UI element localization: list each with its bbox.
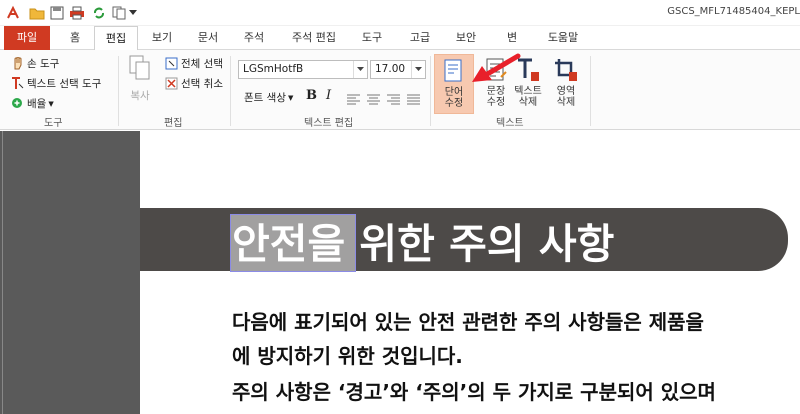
- tab-view[interactable]: 보기: [142, 26, 182, 50]
- tab-advanced[interactable]: 고급: [400, 26, 440, 50]
- document-heading: 안전을 위한 주의 사항: [232, 220, 615, 268]
- hand-icon: [10, 57, 24, 71]
- copy-label: 복사: [130, 90, 150, 102]
- edit-group-label: 편집: [164, 118, 183, 129]
- tab-security[interactable]: 보안: [446, 26, 486, 50]
- font-size-value: 17.00: [375, 63, 406, 75]
- tab-file[interactable]: 파일: [4, 26, 50, 50]
- font-family-value: LGSmHotfB: [243, 63, 304, 75]
- select-all-label: 전체 선택: [181, 58, 223, 70]
- annotation-arrow-icon: [472, 53, 521, 82]
- tools-group-label: 도구: [44, 118, 63, 129]
- bold-button[interactable]: B: [306, 88, 317, 103]
- tab-annotation-edit[interactable]: 주석 편집: [284, 26, 344, 50]
- paragraph-line-1: 다음에 표기되어 있는 안전 관련한 주의 사항들은 제품을: [232, 310, 704, 334]
- separator: [430, 56, 431, 126]
- page-side-panel: [0, 131, 140, 414]
- sentence-edit-label-2: 수정: [486, 97, 506, 108]
- tab-help[interactable]: 도움말: [538, 26, 588, 50]
- text-select-tool-label: 텍스트 선택 도구: [27, 78, 102, 90]
- text-group-label: 텍스트: [496, 118, 524, 129]
- document-title: GSCS_MFL71485404_KEPL: [667, 6, 800, 17]
- separator: [230, 56, 231, 126]
- chevron-down-icon: [353, 61, 367, 78]
- word-edit-label-2: 수정: [444, 98, 464, 109]
- deselect-label: 선택 취소: [181, 78, 223, 90]
- pages-icon[interactable]: [110, 4, 128, 22]
- align-left-icon: [346, 92, 360, 106]
- tab-home[interactable]: 홈: [60, 26, 90, 50]
- font-size-select[interactable]: 17.00: [370, 60, 426, 79]
- zoom-button[interactable]: 배율 ▼: [10, 96, 54, 111]
- align-center-button[interactable]: [366, 92, 383, 106]
- tab-annotation[interactable]: 주석: [234, 26, 274, 50]
- ribbon-tabs: 파일 홈 편집 보기 문서 주석 주석 편집 도구 고급 보안 변 도움말: [0, 26, 800, 51]
- text-delete-label-2: 삭제: [518, 97, 538, 108]
- save-icon[interactable]: [48, 4, 66, 22]
- deselect-icon: [164, 77, 178, 91]
- panel-border: [2, 131, 3, 414]
- print-icon[interactable]: [68, 4, 86, 22]
- zoom-label: 배율: [27, 98, 47, 110]
- tab-tools[interactable]: 도구: [352, 26, 392, 50]
- separator: [590, 56, 591, 126]
- chevron-down-icon: [411, 61, 425, 78]
- area-delete-label-1: 영역: [556, 86, 576, 97]
- open-folder-icon[interactable]: [28, 4, 46, 22]
- font-color-label: 폰트 색상: [244, 92, 286, 104]
- copy-button[interactable]: 복사: [126, 54, 154, 103]
- title-bar: GSCS_MFL71485404_KEPL: [0, 0, 800, 26]
- select-all-icon: [164, 57, 178, 71]
- paragraph-line-2: 에 방지하기 위한 것입니다.: [232, 344, 463, 368]
- area-delete-label-2: 삭제: [556, 97, 576, 108]
- align-left-button[interactable]: [346, 92, 363, 106]
- copy-icon: [128, 54, 152, 82]
- italic-button[interactable]: I: [326, 88, 331, 103]
- align-right-button[interactable]: [386, 92, 403, 106]
- area-delete-icon: [555, 59, 577, 81]
- refresh-icon[interactable]: [90, 4, 108, 22]
- align-center-icon: [366, 92, 380, 106]
- font-color-button[interactable]: 폰트 색상 ▼: [244, 90, 293, 105]
- font-family-select[interactable]: LGSmHotfB: [238, 60, 368, 79]
- area-delete-button[interactable]: 영역 삭제: [546, 54, 586, 114]
- hand-tool-label: 손 도구: [27, 58, 60, 70]
- font-color-dropdown-icon: ▼: [287, 93, 294, 102]
- align-justify-button[interactable]: [406, 92, 423, 106]
- ribbon: 손 도구 텍스트 선택 도구 배율 ▼ 도구 복사 전체 선택 선택 취소 편집: [0, 50, 800, 130]
- hand-tool-button[interactable]: 손 도구: [10, 56, 59, 71]
- tab-edit[interactable]: 편집: [94, 26, 138, 51]
- text-edit-group-label: 텍스트 편집: [304, 118, 354, 129]
- select-all-button[interactable]: 전체 선택: [164, 56, 223, 71]
- tab-document[interactable]: 문서: [188, 26, 228, 50]
- separator: [118, 56, 119, 126]
- customize-dropdown-icon[interactable]: [128, 4, 138, 22]
- align-justify-icon: [406, 92, 420, 106]
- zoom-dropdown-icon: ▼: [48, 99, 54, 108]
- align-right-icon: [386, 92, 400, 106]
- text-select-tool-button[interactable]: 텍스트 선택 도구: [10, 76, 101, 91]
- tab-convert[interactable]: 변: [494, 26, 530, 50]
- text-cursor-icon: [10, 77, 24, 91]
- paragraph-line-3: 주의 사항은 ‘경고’와 ‘주의’의 두 가지로 구분되어 있으며: [232, 380, 716, 404]
- deselect-button[interactable]: 선택 취소: [164, 76, 223, 91]
- app-logo-icon: [4, 4, 22, 22]
- zoom-icon: [10, 97, 24, 111]
